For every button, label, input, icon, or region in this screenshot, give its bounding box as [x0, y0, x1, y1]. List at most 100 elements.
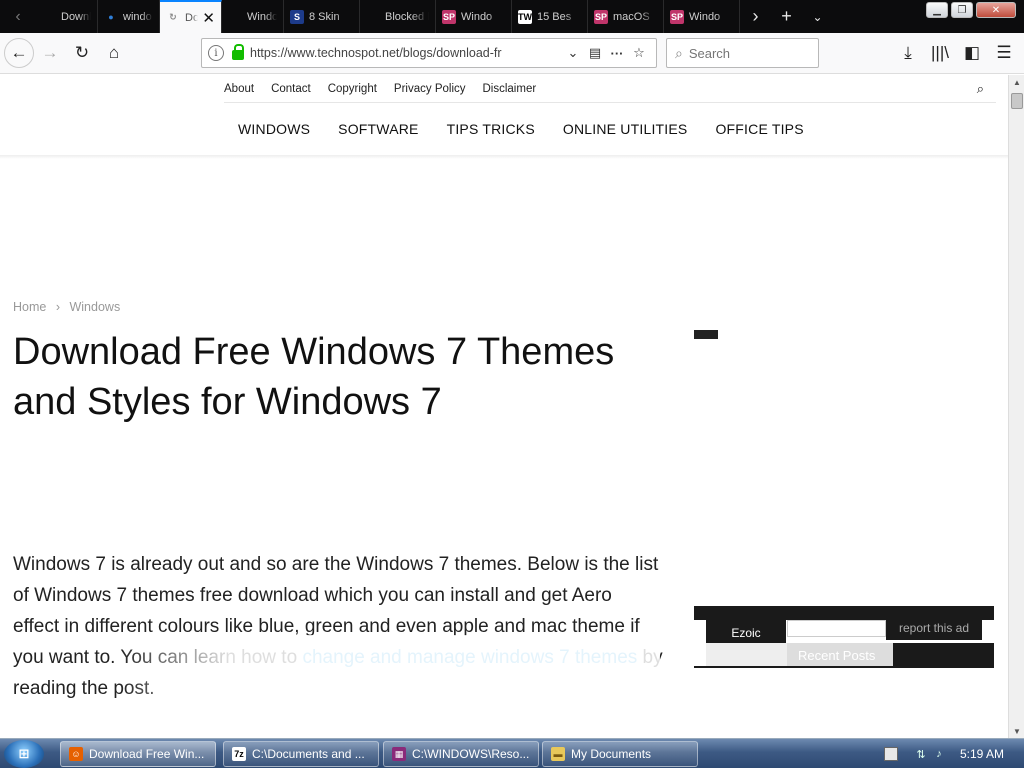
library-button[interactable]: |||\ [924, 37, 956, 69]
page-scrollbar[interactable]: ▲ ▼ [1008, 75, 1024, 738]
restore-button[interactable]: ❐ [951, 2, 973, 18]
scroll-down-arrow-icon[interactable]: ▼ [1009, 724, 1024, 738]
taskbar-item[interactable]: 7z C:\Documents and ... [223, 741, 379, 767]
back-button[interactable]: ← [4, 38, 34, 68]
reader-view-icon[interactable]: ▤ [584, 45, 606, 61]
bookmark-star-icon[interactable]: ☆ [628, 45, 650, 61]
browser-tab[interactable]: TW 15 Bes [512, 0, 588, 33]
nav-online-utilities[interactable]: ONLINE UTILITIES [549, 113, 702, 145]
recent-posts-divider [694, 666, 994, 668]
minimize-button[interactable]: ▁ [926, 2, 948, 18]
browser-tab[interactable]: ● windo [98, 0, 160, 33]
browser-tab[interactable]: Blocked by [360, 0, 436, 33]
tab-title: Windo [461, 10, 493, 23]
browser-tab[interactable]: SP Windo [436, 0, 512, 33]
search-input[interactable] [688, 45, 799, 61]
top-link-about[interactable]: About [224, 83, 260, 95]
system-tray: ⇅ ♪ 5:19 AM [884, 741, 1024, 767]
ad-slot [787, 620, 886, 637]
scroll-thumb[interactable] [1011, 93, 1023, 109]
browser-tab[interactable]: SP Windo [664, 0, 740, 33]
tw-logo-favicon-icon: TW [518, 9, 532, 24]
taskbar-item[interactable]: ☺ Download Free Win... [60, 741, 216, 767]
nav-tips-tricks[interactable]: TIPS TRICKS [433, 113, 549, 145]
download-icon: ⤓ [904, 43, 912, 62]
taskbar-item-label: My Documents [571, 747, 652, 761]
reload-button[interactable]: ↻ [66, 37, 98, 69]
tab-title: Blocked by [385, 10, 429, 23]
taskbar-item[interactable]: ▦ C:\WINDOWS\Reso... [383, 741, 539, 767]
blue-dot-favicon-icon: ● [108, 11, 114, 22]
reload-icon: ↻ [74, 43, 90, 62]
tab-title: Windo [247, 10, 277, 23]
menu-button[interactable]: ☰ [988, 37, 1020, 69]
search-box[interactable]: ⌕ [666, 38, 819, 68]
top-link-contact[interactable]: Contact [271, 83, 317, 95]
header-divider [0, 155, 1008, 159]
scroll-up-arrow-icon[interactable]: ▲ [1009, 75, 1024, 89]
volume-icon[interactable]: ♪ [932, 747, 946, 761]
browser-tab[interactable]: ↻ Do ✕ [160, 0, 222, 33]
taskbar-item-label: C:\Documents and ... [252, 747, 365, 761]
breadcrumb-home[interactable]: Home [13, 300, 46, 314]
taskbar: ⊞ ☺ Download Free Win... 7z C:\Documents an… [0, 738, 1024, 768]
nav-software[interactable]: SOFTWARE [324, 113, 432, 145]
library-icon: |||\ [931, 43, 949, 62]
page-actions-icon[interactable]: ··· [606, 46, 628, 61]
new-tab-button[interactable]: + [771, 0, 802, 33]
windows-logo-icon: ⊞ [18, 746, 30, 761]
breadcrumb: Home › Windows [13, 300, 126, 314]
browser-tab[interactable]: SP macOS [588, 0, 664, 33]
recent-posts-heading: Recent Posts [787, 643, 893, 667]
web-page: About Contact Copyright Privacy Policy D… [0, 75, 1008, 738]
browser-tab[interactable]: S 8 Skin [284, 0, 360, 33]
top-link-privacy-policy[interactable]: Privacy Policy [394, 83, 472, 95]
info-icon[interactable]: i [208, 45, 224, 61]
breadcrumb-windows[interactable]: Windows [69, 300, 120, 314]
tab-title: Downl [61, 10, 91, 23]
blank-favicon-icon [228, 10, 242, 24]
chevron-down-icon[interactable]: ⌄ [562, 45, 584, 61]
address-bar[interactable]: i https://www.technospot.net/blogs/downl… [201, 38, 657, 68]
lock-icon[interactable] [232, 44, 244, 60]
network-icon[interactable]: ⇅ [914, 747, 928, 761]
blank-favicon-icon [42, 10, 56, 24]
tab-title: 15 Bes [537, 10, 572, 23]
article-title: Download Free Windows 7 Themes and Style… [13, 331, 615, 423]
nav-office-tips[interactable]: OFFICE TIPS [701, 113, 817, 145]
home-button[interactable]: ⌂ [98, 37, 130, 69]
plus-icon: + [781, 6, 792, 26]
tab-strip: ‹ Downl ● windo ↻Do✕ Windo S8 Skin Blocked by S… [0, 0, 1024, 33]
top-links-menu: About Contact Copyright Privacy Policy D… [224, 75, 996, 103]
arrow-right-icon: → [41, 43, 59, 62]
change-themes-link[interactable]: change and manage windows 7 themes [302, 647, 637, 668]
start-button[interactable]: ⊞ [4, 740, 44, 768]
browser-tab[interactable]: Windo [222, 0, 284, 33]
folder-icon: ▬ [551, 747, 565, 761]
forward-button[interactable]: → [34, 37, 66, 69]
url-text[interactable]: https://www.technospot.net/blogs/downloa… [250, 46, 562, 60]
downloads-button[interactable]: ⤓ [892, 37, 924, 69]
taskbar-item-label: C:\WINDOWS\Reso... [412, 747, 530, 761]
clock[interactable]: 5:19 AM [960, 747, 1004, 761]
tab-title: windo [123, 10, 152, 23]
tab-scroll-left-button[interactable]: ‹ [0, 0, 36, 33]
report-ad-link[interactable]: report this ad [886, 616, 982, 640]
loading-favicon-icon: ↻ [169, 12, 177, 22]
site-search-icon[interactable]: ⌕ [977, 81, 984, 97]
top-link-disclaimer[interactable]: Disclaimer [483, 83, 543, 95]
close-tab-icon[interactable]: ✕ [202, 9, 215, 27]
tab-scroll-right-button[interactable]: › [740, 0, 771, 33]
nav-windows[interactable]: WINDOWS [224, 113, 324, 145]
taskbar-item-label: Download Free Win... [89, 747, 205, 761]
taskbar-item[interactable]: ▬ My Documents [542, 741, 698, 767]
tab-title: Windo [689, 10, 721, 23]
browser-tab[interactable]: Downl [36, 0, 98, 33]
sidebar-button[interactable]: ◧ [956, 37, 988, 69]
keyboard-icon[interactable] [884, 747, 898, 761]
tab-title: macOS [613, 10, 650, 23]
top-link-copyright[interactable]: Copyright [328, 83, 383, 95]
hamburger-menu-icon: ☰ [996, 43, 1012, 62]
list-all-tabs-button[interactable]: ⌄ [802, 0, 833, 33]
close-window-button[interactable]: ✕ [976, 2, 1016, 18]
